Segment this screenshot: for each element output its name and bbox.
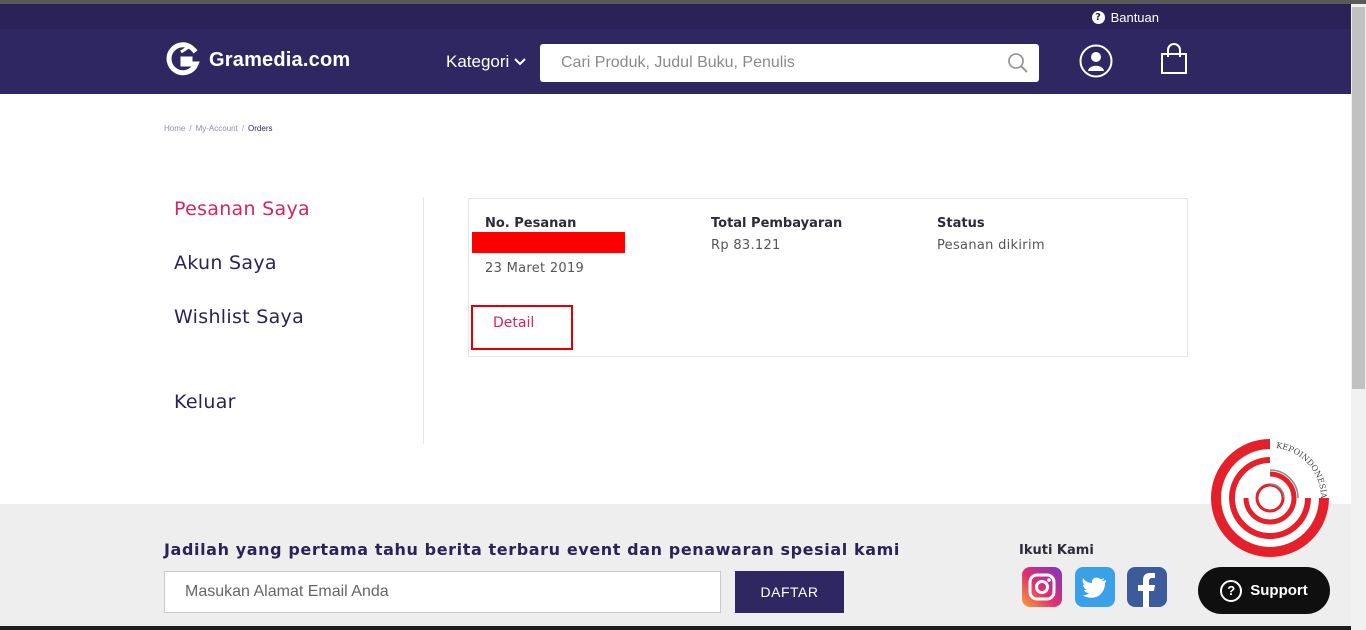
breadcrumb-separator: /: [241, 124, 245, 133]
bottom-edge: [0, 626, 1351, 630]
search-input[interactable]: [540, 44, 1000, 82]
category-label: Kategori: [446, 52, 510, 71]
brand-logo[interactable]: Gramedia.com: [164, 42, 350, 78]
support-button[interactable]: ? Support: [1198, 567, 1330, 614]
help-circle-icon: ?: [1220, 579, 1243, 602]
scrollbar-thumb[interactable]: [1352, 7, 1365, 389]
brand-name: Gramedia.com: [209, 48, 351, 71]
search-icon[interactable]: [1007, 52, 1029, 74]
subscribe-button[interactable]: DAFTAR: [735, 571, 844, 613]
help-label: Bantuan: [1110, 10, 1159, 25]
redacted-order-number: [472, 232, 625, 253]
breadcrumb-separator: /: [189, 124, 192, 133]
breadcrumb-current: Orders: [248, 124, 273, 133]
support-label: Support: [1250, 582, 1308, 599]
sidebar-item-orders[interactable]: Pesanan Saya: [174, 198, 310, 220]
search-bar: [540, 44, 1039, 82]
shopping-bag-icon[interactable]: [1158, 42, 1190, 76]
breadcrumb-home[interactable]: Home: [164, 124, 185, 133]
order-date: 23 Maret 2019: [485, 261, 585, 276]
twitter-icon[interactable]: [1075, 567, 1115, 607]
help-link[interactable]: ? Bantuan: [1091, 10, 1159, 25]
facebook-icon[interactable]: [1127, 567, 1167, 607]
sidebar-item-logout[interactable]: Keluar: [174, 391, 236, 413]
order-total-value: Rp 83.121: [711, 238, 781, 253]
breadcrumb-account[interactable]: My-Account: [196, 124, 238, 133]
order-status-label: Status: [937, 216, 985, 231]
top-utility-bar: ? Bantuan: [0, 4, 1351, 29]
chevron-down-icon: [514, 58, 527, 66]
newsletter-title: Jadilah yang pertama tahu berita terbaru…: [164, 540, 900, 559]
category-dropdown[interactable]: Kategori: [446, 52, 527, 72]
breadcrumb: Home / My-Account / Orders: [164, 124, 273, 133]
follow-us-label: Ikuti Kami: [1019, 543, 1094, 558]
order-number-label: No. Pesanan: [485, 216, 577, 231]
sidebar-item-account[interactable]: Akun Saya: [174, 252, 277, 274]
sidebar-item-wishlist[interactable]: Wishlist Saya: [174, 306, 304, 328]
main-header: Gramedia.com Kategori: [0, 29, 1351, 94]
footer: Jadilah yang pertama tahu berita terbaru…: [0, 504, 1351, 630]
help-icon: ?: [1091, 11, 1105, 24]
order-detail-link[interactable]: Detail: [493, 315, 534, 331]
sidebar-divider: [423, 197, 424, 444]
user-account-icon[interactable]: [1079, 44, 1113, 78]
gramedia-logo-icon: [166, 42, 200, 76]
page: ? Bantuan Gramedia.com Kategori Cari Pro…: [0, 0, 1366, 630]
order-card: No. Pesanan 23 Maret 2019 Total Pembayar…: [468, 198, 1188, 357]
newsletter-email-input[interactable]: [164, 571, 721, 613]
kepoindonesia-watermark-logo: KEPOINDONESIA: [1211, 439, 1329, 557]
page-scrollbar[interactable]: [1351, 4, 1366, 630]
order-total-label: Total Pembayaran: [711, 216, 843, 231]
instagram-icon[interactable]: [1022, 567, 1062, 607]
order-status-value: Pesanan dikirim: [937, 238, 1045, 253]
